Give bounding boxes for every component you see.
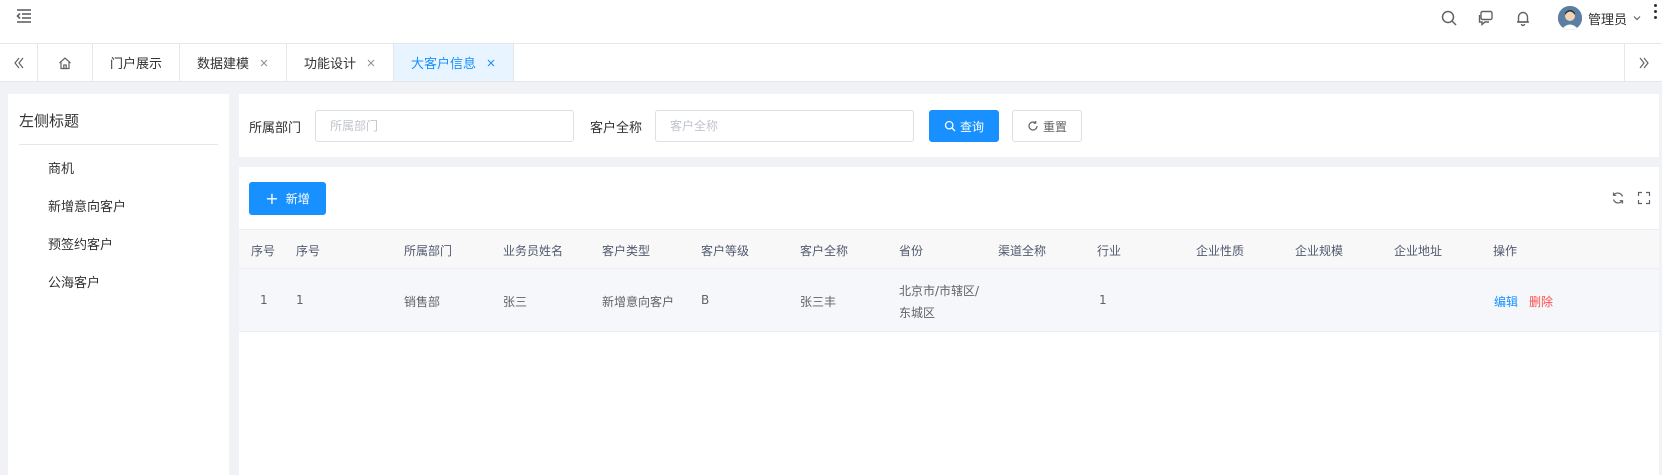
search-icon[interactable] — [1440, 9, 1458, 27]
cell-dept: 销售部 — [404, 295, 441, 309]
column-header: 序号 — [251, 244, 276, 258]
avatar — [1557, 6, 1582, 30]
column-header: 所属部门 — [404, 244, 453, 258]
search-icon — [944, 120, 956, 132]
sidebar-item-opportunity[interactable]: 商机 — [48, 158, 74, 177]
column-header: 客户等级 — [701, 244, 750, 258]
divider — [19, 144, 218, 145]
add-button[interactable]: + 新增 — [249, 182, 326, 215]
menu-fold-icon[interactable] — [14, 6, 34, 26]
customer-name-label: 客户全称 — [590, 121, 643, 136]
left-panel: 左侧标题 商机 新增意向客户 预签约客户 公海客户 — [8, 94, 229, 475]
refresh-icon — [1028, 121, 1038, 131]
tab-home[interactable] — [38, 44, 93, 81]
dept-label: 所属部门 — [249, 121, 302, 136]
sidebar-item-new-prospect[interactable]: 新增意向客户 — [48, 196, 126, 215]
tab-scroll-right-button[interactable] — [1624, 44, 1662, 81]
column-header: 企业性质 — [1196, 244, 1245, 258]
tab-portal[interactable]: 门户展示 — [93, 44, 181, 81]
query-button[interactable]: 查询 — [929, 110, 999, 142]
refresh-icon[interactable] — [1611, 191, 1625, 205]
cell-index: 1 — [260, 293, 268, 307]
sidebar-item-pre-signed[interactable]: 预签约客户 — [48, 234, 113, 253]
tab-scroll-left-button[interactable] — [0, 44, 38, 81]
sidebar-item-public-pool[interactable]: 公海客户 — [48, 272, 100, 291]
dept-input[interactable] — [315, 110, 574, 142]
tab-label: 大客户信息 — [411, 57, 477, 72]
column-header: 省份 — [899, 244, 924, 258]
tab-label: 功能设计 — [304, 57, 357, 72]
tabs: 门户展示 数据建模 功能设计 大客户信息 — [38, 44, 515, 81]
table-row[interactable]: 1 1 销售部 张三 新增意向客户 B 张三丰 北京市/市辖区/东城区 1 编辑… — [239, 269, 1659, 332]
table-panel: + 新增 序号 序号 所属部门 业务员姓名 客户类型 客户等级 客户全称 省份 … — [239, 167, 1659, 475]
tab-key-customer-info[interactable]: 大客户信息 — [394, 44, 515, 81]
query-button-label: 查询 — [959, 119, 984, 134]
add-button-label: 新增 — [285, 192, 310, 206]
tab-label: 门户展示 — [110, 57, 163, 72]
user-menu[interactable]: 管理员 — [1557, 6, 1642, 30]
tab-function-design[interactable]: 功能设计 — [287, 44, 395, 81]
home-icon — [59, 56, 71, 69]
column-header: 业务员姓名 — [503, 244, 564, 258]
top-header: 管理员 — [0, 0, 1662, 44]
user-name: 管理员 — [1587, 12, 1627, 28]
column-header: 行业 — [1097, 244, 1122, 258]
double-chevron-right-icon — [1639, 57, 1649, 68]
close-icon[interactable] — [486, 58, 496, 68]
reset-button[interactable]: 重置 — [1012, 110, 1082, 142]
tab-label: 数据建模 — [197, 57, 250, 72]
tab-bar: 门户展示 数据建模 功能设计 大客户信息 — [0, 44, 1662, 82]
bell-icon[interactable] — [1514, 9, 1532, 27]
double-chevron-left-icon — [13, 57, 23, 68]
column-header: 企业规模 — [1295, 244, 1344, 258]
delete-link[interactable]: 删除 — [1529, 293, 1553, 310]
cell-customer-name: 张三丰 — [800, 295, 837, 309]
table-header: 序号 序号 所属部门 业务员姓名 客户类型 客户等级 客户全称 省份 渠道全称 … — [239, 229, 1659, 269]
fullscreen-icon[interactable] — [1637, 191, 1651, 205]
column-header: 客户类型 — [602, 244, 651, 258]
chevron-down-icon — [1633, 16, 1641, 21]
cell-customer-type: 新增意向客户 — [602, 295, 675, 309]
cell-seq: 1 — [296, 293, 304, 307]
close-icon[interactable] — [366, 58, 376, 68]
tab-data-modeling[interactable]: 数据建模 — [180, 44, 288, 81]
cell-customer-level: B — [701, 293, 710, 307]
close-icon[interactable] — [259, 58, 269, 68]
cell-province: 北京市/市辖区/东城区 — [899, 284, 980, 320]
column-header: 序号 — [296, 244, 321, 258]
plus-icon: + — [265, 188, 279, 208]
left-panel-title: 左侧标题 — [19, 112, 80, 130]
customer-name-input[interactable] — [655, 110, 914, 142]
column-header: 企业地址 — [1394, 244, 1443, 258]
reset-button-label: 重置 — [1042, 119, 1067, 134]
cell-salesman: 张三 — [503, 295, 528, 309]
column-header: 客户全称 — [800, 244, 849, 258]
search-panel: 所属部门 客户全称 查询 重置 — [239, 94, 1659, 157]
column-header: 渠道全称 — [998, 244, 1047, 258]
message-icon[interactable] — [1477, 9, 1495, 27]
edit-link[interactable]: 编辑 — [1494, 293, 1518, 310]
column-header: 操作 — [1493, 244, 1518, 258]
cell-industry: 1 — [1099, 293, 1107, 307]
more-vertical-icon[interactable] — [1652, 4, 1658, 22]
